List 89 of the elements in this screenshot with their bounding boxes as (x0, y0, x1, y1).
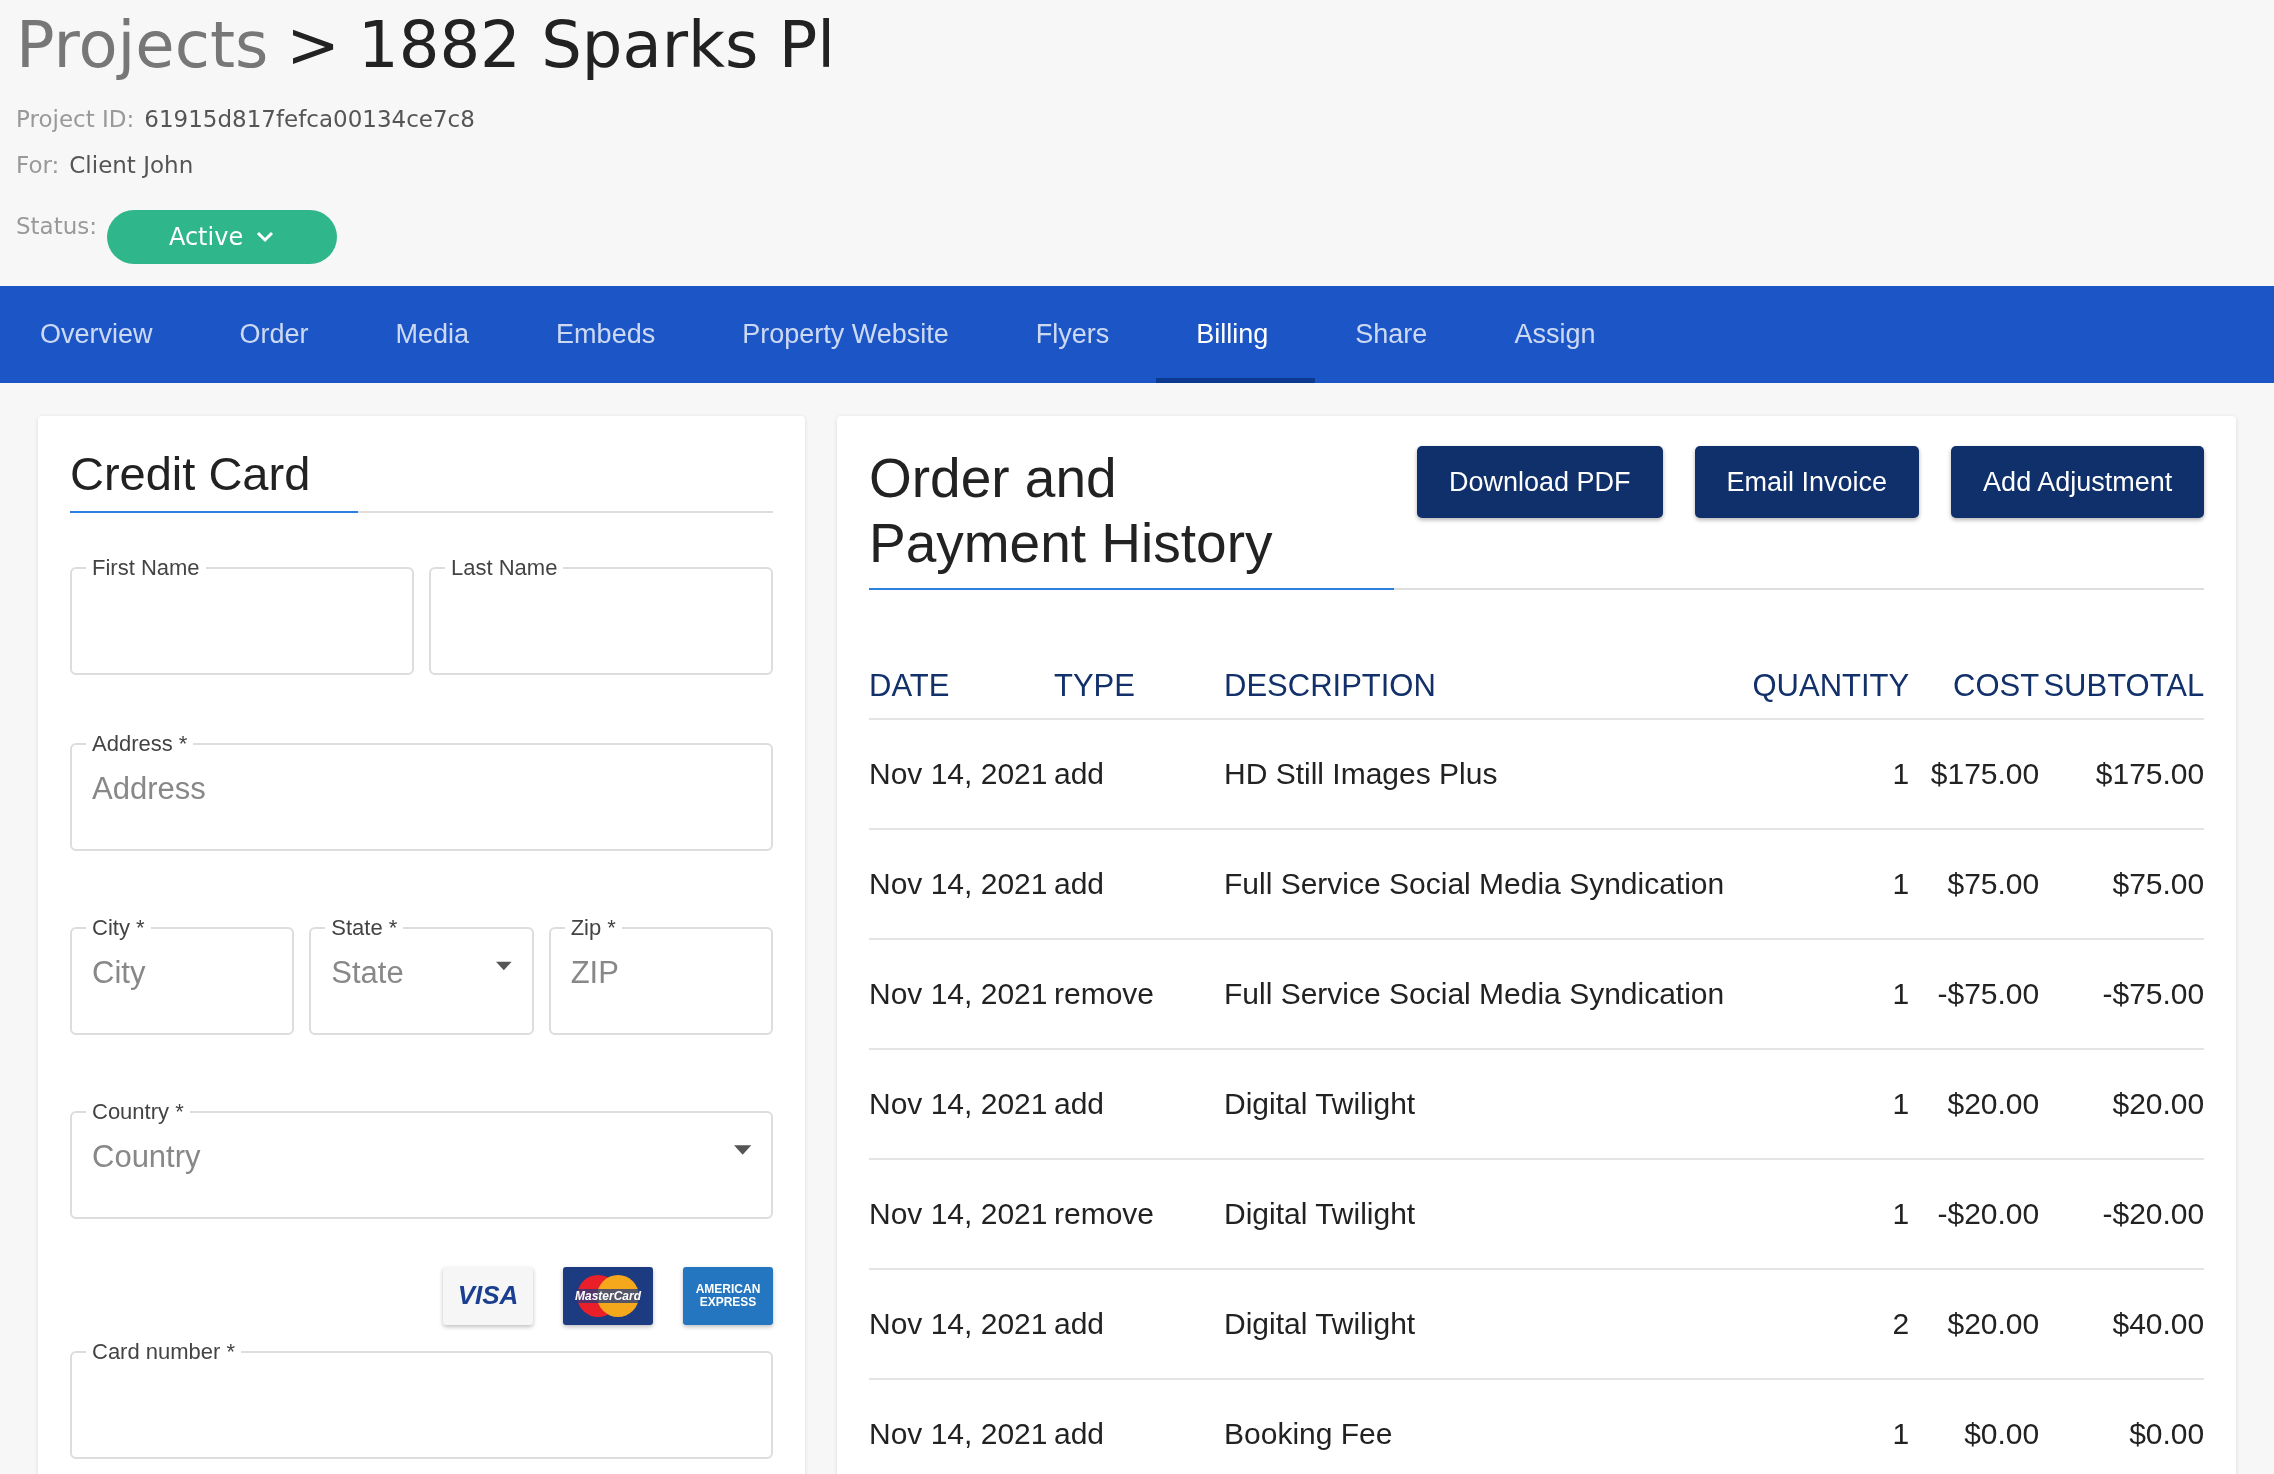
page-title: 1882 Sparks Pl (357, 8, 836, 82)
meta-label: Project ID: (16, 106, 135, 132)
nav-tab[interactable]: Property Website (702, 286, 996, 383)
section-title: Credit Card (70, 446, 359, 513)
action-button[interactable]: Add Adjustment (1951, 446, 2205, 518)
field-label: State * (330, 915, 399, 941)
date-cell-text: Nov 14, 2021 (869, 1086, 1049, 1121)
subtotal-cell-text: $0.00 (2128, 1416, 2205, 1451)
cost-cell-text: -$75.00 (1936, 976, 2040, 1011)
nav-tab[interactable]: Media (355, 286, 517, 383)
quantity-cell-text: 1 (1891, 1416, 1910, 1451)
card-logo: AMERICAN EXPRESS (683, 1267, 773, 1325)
action-button[interactable]: Download PDF (1416, 446, 1663, 518)
type-cell-text: add (1054, 1086, 1106, 1121)
subtotal-cell-text: $75.00 (2111, 866, 2205, 901)
description-cell-text: Digital Twilight (1224, 1306, 1417, 1341)
breadcrumb-separator: > (286, 8, 340, 82)
column-header: DESCRIPTION (1224, 667, 1437, 704)
cost-cell-text: $0.00 (1963, 1416, 2040, 1451)
subtotal-cell-text: -$20.00 (2101, 1196, 2205, 1231)
cost-cell-text: $20.00 (1946, 1086, 2040, 1121)
description-cell-text: Digital Twilight (1224, 1086, 1417, 1121)
column-header: DATE (869, 667, 951, 704)
cost-cell-text: $175.00 (1929, 756, 2040, 791)
type-cell-text: add (1054, 866, 1106, 901)
select-input[interactable]: State (331, 941, 488, 991)
breadcrumb-link[interactable]: Projects (16, 8, 269, 82)
text-input[interactable]: ZIP (570, 941, 751, 991)
date-cell-text: Nov 14, 2021 (869, 1306, 1049, 1341)
subtotal-cell-text: -$75.00 (2101, 976, 2205, 1011)
field-label: Country * (91, 1099, 185, 1125)
field-label: Zip * (569, 915, 617, 941)
meta-label: For: (16, 152, 60, 178)
type-cell-text: remove (1054, 976, 1156, 1011)
address-input[interactable]: Address (92, 757, 751, 807)
quantity-cell-text: 2 (1891, 1306, 1910, 1341)
date-cell-text: Nov 14, 2021 (869, 866, 1049, 901)
field-label: Address * (91, 731, 189, 757)
caret-icon (496, 961, 512, 971)
field-label: First Name (91, 555, 201, 581)
nav-tab[interactable]: Share (1315, 286, 1475, 383)
chevron-down-icon (255, 230, 276, 244)
description-cell: Full Service Social Media Syndication (1224, 866, 1725, 901)
card-logo: MasterCard (563, 1267, 653, 1325)
nav-tab[interactable]: Billing (1156, 286, 1316, 383)
card-logo: VISA (443, 1267, 533, 1325)
quantity-cell-text: 1 (1891, 1196, 1910, 1231)
quantity-cell-text: 1 (1891, 976, 1910, 1011)
type-cell-text: remove (1054, 1196, 1156, 1231)
cost-cell-text: $20.00 (1946, 1306, 2040, 1341)
nav-tab[interactable]: Embeds (516, 286, 703, 383)
action-button[interactable]: Email Invoice (1694, 446, 1920, 518)
meta-value: 61915d817fefca00134ce7c8 (144, 106, 475, 132)
type-cell-text: add (1054, 756, 1106, 791)
type-cell-text: add (1054, 1416, 1106, 1451)
description-cell-text: HD Still Images Plus (1224, 756, 1499, 791)
nav-tab[interactable]: Overview (0, 286, 200, 383)
nav-tab[interactable]: Assign (1474, 286, 1643, 383)
column-header: COST (1952, 667, 2040, 704)
field-label: City * (91, 915, 146, 941)
field-label: Card number * (91, 1339, 237, 1365)
status-label: Status: (16, 213, 98, 239)
field-label: Last Name (450, 555, 559, 581)
subtotal-cell-text: $40.00 (2111, 1306, 2205, 1341)
cost-cell-text: -$20.00 (1936, 1196, 2040, 1231)
type-cell-text: add (1054, 1306, 1106, 1341)
date-cell-text: Nov 14, 2021 (869, 1196, 1049, 1231)
quantity-cell-text: 1 (1891, 866, 1910, 901)
date-cell-text: Nov 14, 2021 (869, 976, 1049, 1011)
quantity-cell-text: 1 (1891, 756, 1910, 791)
select-input[interactable]: Country (92, 1125, 726, 1175)
subtotal-cell-text: $20.00 (2111, 1086, 2205, 1121)
text-input[interactable]: City (92, 941, 273, 991)
section-title: Order and Payment History (869, 446, 1274, 576)
column-header: SUBTOTAL (2042, 667, 2205, 704)
description-cell-text: Digital Twilight (1224, 1196, 1417, 1231)
date-cell-text: Nov 14, 2021 (869, 756, 1049, 791)
subtotal-cell-text: $175.00 (2094, 756, 2205, 791)
meta-value: Client John (69, 152, 194, 178)
date-cell-text: Nov 14, 2021 (869, 1416, 1049, 1451)
description-cell-text: Booking Fee (1224, 1416, 1394, 1451)
caret-icon (733, 1145, 751, 1155)
quantity-cell-text: 1 (1891, 1086, 1910, 1121)
nav-tab[interactable]: Flyers (995, 286, 1157, 383)
description-cell: Full Service Social Media Syndication (1224, 976, 1725, 1011)
nav-tab[interactable]: Order (199, 286, 356, 383)
column-header: TYPE (1054, 667, 1136, 704)
cost-cell-text: $75.00 (1946, 866, 2040, 901)
column-header: QUANTITY (1751, 667, 1910, 704)
